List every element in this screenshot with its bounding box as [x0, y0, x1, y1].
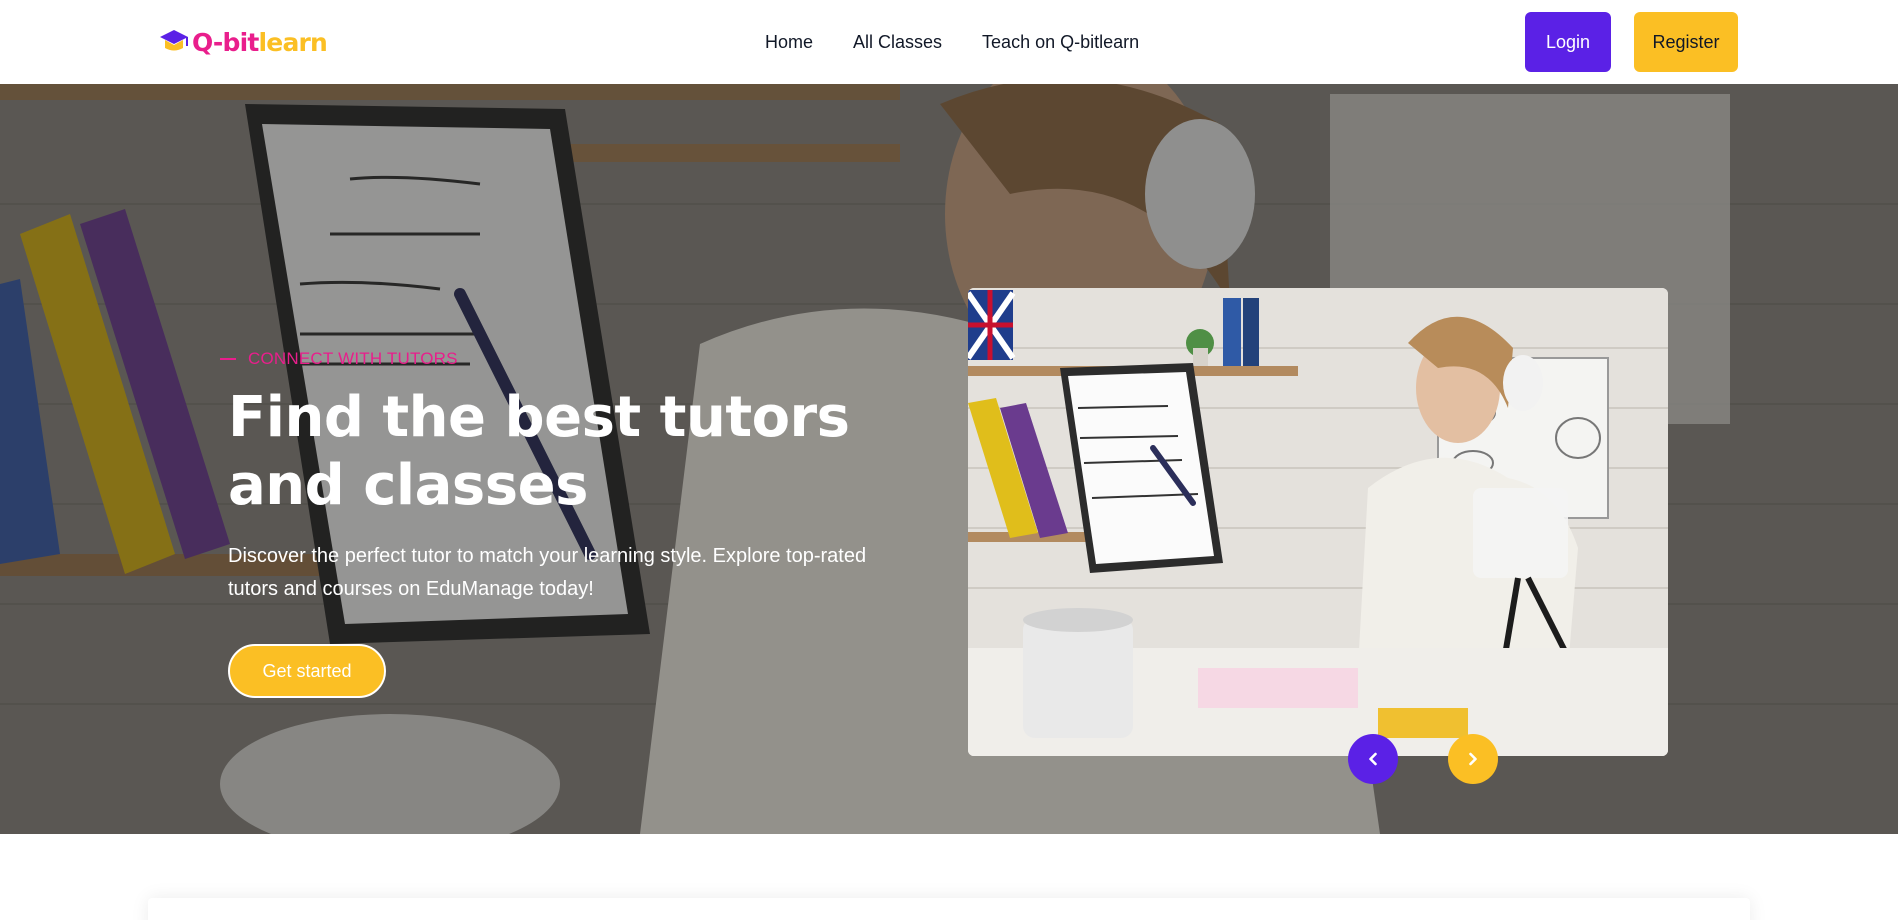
graduation-cap-icon — [160, 30, 188, 51]
hero-title-line2: and classes — [228, 453, 588, 518]
get-started-button[interactable]: Get started — [228, 644, 386, 698]
navbar: Q-bitlearn Home All Classes Teach on Q-b… — [0, 0, 1898, 84]
main-nav: Home All Classes Teach on Q-bitlearn — [765, 30, 1139, 54]
content-card — [148, 898, 1750, 920]
nav-link-all-classes[interactable]: All Classes — [853, 30, 942, 54]
hero-section: Connect with tutors Find the best tutors… — [0, 84, 1898, 834]
brand-logo[interactable]: Q-bitlearn — [158, 26, 328, 58]
nav-link-home[interactable]: Home — [765, 30, 813, 54]
tutor-photo — [968, 288, 1668, 756]
hero-eyebrow: Connect with tutors — [220, 349, 458, 369]
carousel-next-button[interactable] — [1448, 734, 1498, 784]
eyebrow-dash — [220, 358, 236, 360]
login-button[interactable]: Login — [1525, 12, 1611, 72]
nav-link-teach[interactable]: Teach on Q-bitlearn — [982, 30, 1139, 54]
carousel-prev-button[interactable] — [1348, 734, 1398, 784]
brand-name: Q-bitlearn — [192, 27, 328, 57]
chevron-left-icon — [1369, 752, 1377, 766]
hero-description: Discover the perfect tutor to match your… — [228, 545, 867, 600]
register-button[interactable]: Register — [1634, 12, 1738, 72]
eyebrow-text: Connect with tutors — [248, 349, 458, 368]
hero-title: Find the best tutors and classes — [228, 384, 868, 520]
hero-title-line1: Find the best tutors — [228, 385, 850, 450]
carousel-slide-image — [968, 288, 1668, 756]
chevron-right-icon — [1469, 752, 1477, 766]
